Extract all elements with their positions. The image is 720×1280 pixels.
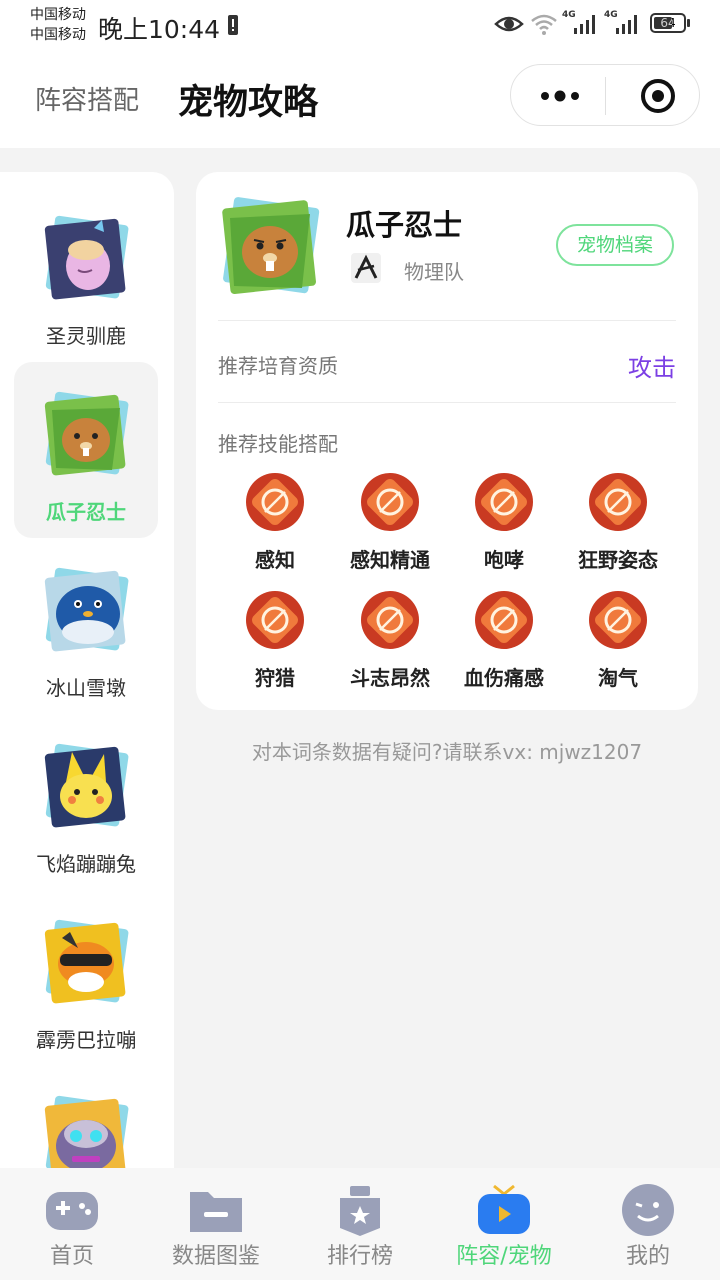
melon-ninja-avatar <box>222 197 320 294</box>
skill-icon <box>246 473 304 531</box>
quality-value: 攻击 <box>628 354 676 382</box>
clock: 晚上10:44 <box>98 15 221 44</box>
sidebar-item-label: 飞焰蹦蹦兔 <box>36 852 136 876</box>
skill-label: 感知精通 <box>350 548 430 572</box>
nav-home[interactable]: 首页 <box>0 1168 144 1280</box>
nav-label: 数据图鉴 <box>171 1244 260 1269</box>
pet-name: 瓜子忍士 <box>346 208 463 242</box>
skill-icon <box>361 473 419 531</box>
divider <box>218 402 676 403</box>
sidebar-item-thunder[interactable]: 霹雳巴拉嘣 <box>14 890 158 1066</box>
skill-icon <box>475 473 533 531</box>
battery-icon: 64 <box>650 13 686 33</box>
nav-label: 我的 <box>625 1244 670 1269</box>
skill-label: 感知 <box>255 548 295 572</box>
skill-icon <box>246 591 304 649</box>
melon-ninja-pet-icon <box>44 391 129 476</box>
pet-sidebar: 圣灵驯鹿 瓜子忍士 冰山雪墩 飞焰蹦蹦兔 霹雳巴拉嘣 <box>0 172 174 1168</box>
signal-icon <box>574 15 595 34</box>
nav-label: 首页 <box>49 1244 94 1269</box>
sidebar-item-label: 圣灵驯鹿 <box>46 324 126 348</box>
eye-icon <box>494 16 524 32</box>
flame-bunny-pet-icon <box>44 743 129 828</box>
skill-icon <box>475 591 533 649</box>
close-miniapp-icon[interactable] <box>639 77 677 115</box>
robot-pet-icon <box>44 1095 129 1168</box>
sidebar-item-flame-bunny[interactable]: 飞焰蹦蹦兔 <box>14 714 158 890</box>
app-header: 阵容搭配 宠物攻略 <box>0 50 720 148</box>
skill-item[interactable]: 狩猎 <box>218 590 332 700</box>
skill-item[interactable]: 斗志昂然 <box>333 590 447 700</box>
skill-item[interactable]: 血伤痛感 <box>447 590 561 700</box>
nav-label: 阵容/宠物 <box>456 1244 552 1269</box>
tab-lineup[interactable]: 阵容搭配 <box>35 80 139 117</box>
skill-label: 血伤痛感 <box>464 666 544 690</box>
skill-label: 狂野姿态 <box>578 548 658 572</box>
skill-label: 咆哮 <box>484 548 524 572</box>
bottom-nav: 首页 数据图鉴 排行榜 阵容/宠物 我的 <box>0 1168 720 1280</box>
sidebar-item-melon-ninja[interactable]: 瓜子忍士 <box>14 362 158 538</box>
skill-label: 淘气 <box>598 666 638 690</box>
battery-level: 64 <box>660 16 676 30</box>
notification-icon <box>228 15 238 35</box>
skills-label: 推荐技能搭配 <box>218 432 338 456</box>
capsule-divider <box>605 77 606 115</box>
pet-detail-card: 瓜子忍士 物理队 宠物档案 推荐培育资质 攻击 推荐技能搭配 感知 感知精通 咆哮 狂… <box>196 172 698 710</box>
skill-item[interactable]: 感知 <box>218 472 332 582</box>
tv-icon <box>478 1184 530 1234</box>
tab-pet-guide[interactable]: 宠物攻略 <box>178 74 318 125</box>
face-icon <box>622 1184 674 1236</box>
divider <box>218 320 676 321</box>
contact-note: 对本词条数据有疑问?请联系vx: mjwz1207 <box>251 740 643 764</box>
sidebar-item-label: 冰山雪墩 <box>46 676 126 700</box>
quality-label: 推荐培育资质 <box>218 354 338 378</box>
sidebar-item-robot[interactable] <box>14 1066 158 1168</box>
skill-icon <box>589 473 647 531</box>
signal-icon <box>616 15 637 34</box>
pet-archive-button[interactable]: 宠物档案 <box>556 224 674 266</box>
sidebar-item-reindeer[interactable]: 圣灵驯鹿 <box>14 186 158 362</box>
sidebar-item-label: 瓜子忍士 <box>46 500 126 524</box>
skill-icon <box>361 591 419 649</box>
skill-item[interactable]: 咆哮 <box>447 472 561 582</box>
skill-label: 狩猎 <box>255 666 295 690</box>
skill-icon <box>589 591 647 649</box>
folder-icon <box>190 1192 242 1232</box>
sidebar-item-penguin[interactable]: 冰山雪墩 <box>14 538 158 714</box>
nav-mine[interactable]: 我的 <box>576 1168 720 1280</box>
nav-data-dex[interactable]: 数据图鉴 <box>144 1168 288 1280</box>
carrier-labels: 中国移动 中国移动 <box>30 5 86 45</box>
nav-label: 排行榜 <box>326 1244 393 1269</box>
gamepad-icon <box>46 1192 98 1230</box>
skill-label: 斗志昂然 <box>350 666 430 690</box>
carrier-1: 中国移动 <box>30 7 86 23</box>
carrier-2: 中国移动 <box>30 27 86 43</box>
skill-item[interactable]: 狂野姿态 <box>561 472 675 582</box>
wifi-icon <box>531 14 557 35</box>
badge-icon <box>340 1186 380 1236</box>
thunder-pet-icon <box>44 919 129 1004</box>
miniapp-capsule <box>510 64 700 126</box>
nav-ranking[interactable]: 排行榜 <box>288 1168 432 1280</box>
status-bar: 中国移动 中国移动 晚上10:44 4G 4G 64 <box>0 0 720 50</box>
team-label: 物理队 <box>404 260 464 284</box>
skill-item[interactable]: 感知精通 <box>333 472 447 582</box>
sidebar-item-label: 霹雳巴拉嘣 <box>36 1028 136 1052</box>
battery-tip <box>687 19 690 27</box>
reindeer-pet-icon <box>44 215 129 300</box>
more-icon[interactable] <box>537 85 583 107</box>
penguin-pet-icon <box>44 567 129 652</box>
nav-lineup-pet[interactable]: 阵容/宠物 <box>432 1168 576 1280</box>
physical-team-icon <box>351 253 381 283</box>
skill-item[interactable]: 淘气 <box>561 590 675 700</box>
